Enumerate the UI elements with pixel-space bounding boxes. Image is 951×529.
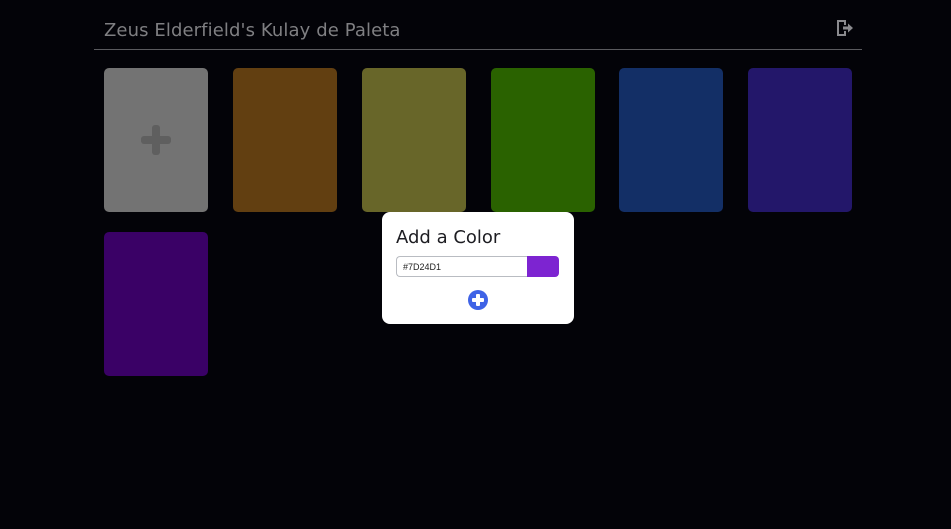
add-color-modal: Add a Color bbox=[382, 212, 574, 324]
app-header: Zeus Elderfield's Kulay de Paleta bbox=[94, 0, 862, 50]
logout-button[interactable] bbox=[835, 19, 855, 37]
add-color-swatch[interactable] bbox=[104, 68, 208, 212]
logout-icon bbox=[837, 20, 853, 36]
color-swatch[interactable] bbox=[104, 232, 208, 376]
page-title: Zeus Elderfield's Kulay de Paleta bbox=[104, 20, 401, 41]
color-swatch[interactable] bbox=[748, 68, 852, 212]
color-swatch[interactable] bbox=[619, 68, 723, 212]
hex-color-input[interactable] bbox=[396, 256, 527, 277]
color-preview-picker[interactable] bbox=[527, 256, 559, 277]
plus-icon bbox=[141, 125, 171, 155]
add-color-button[interactable] bbox=[468, 290, 488, 310]
color-swatch[interactable] bbox=[491, 68, 595, 212]
modal-title: Add a Color bbox=[396, 227, 501, 248]
color-swatch[interactable] bbox=[362, 68, 466, 212]
color-swatch[interactable] bbox=[233, 68, 337, 212]
